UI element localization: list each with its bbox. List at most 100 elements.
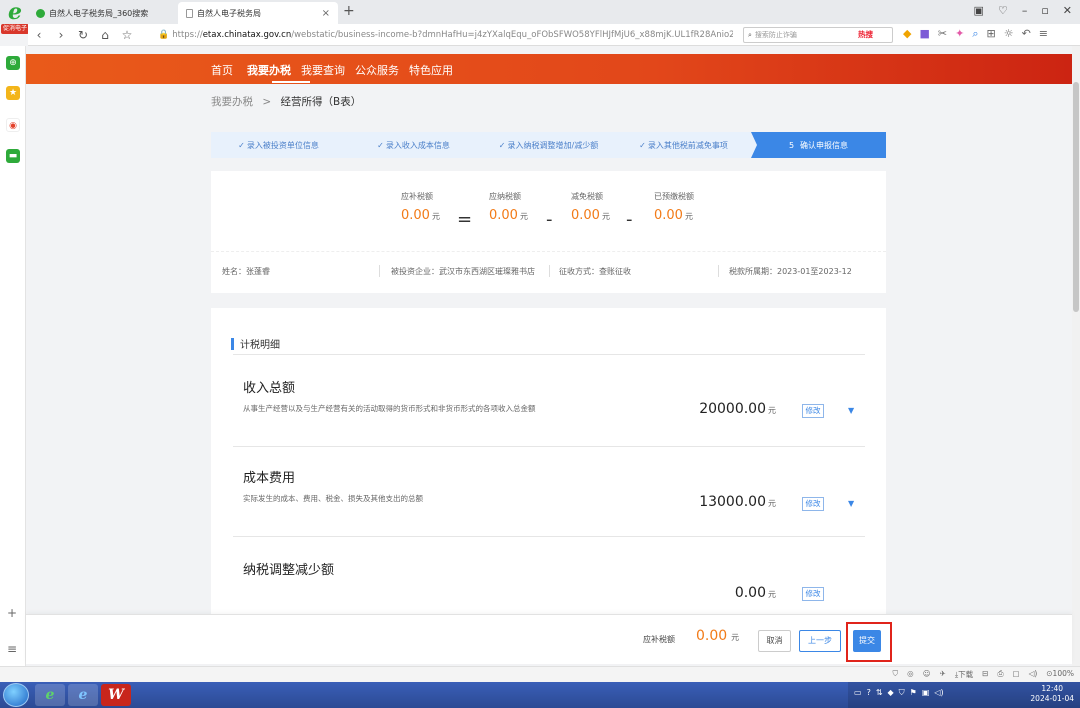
print-icon[interactable]: ⎙ [997, 669, 1003, 680]
sidebar-mail-icon[interactable]: ▬ [6, 149, 20, 163]
new-tab-icon[interactable]: + [343, 3, 355, 19]
tray-keyboard-icon[interactable]: ▭ [854, 688, 862, 698]
extension-shield-icon[interactable]: ◆ [903, 27, 911, 41]
nav-special-apps[interactable]: 特色应用 [409, 62, 453, 78]
taskbar-clock[interactable]: 12:40 2024-01-04 [1030, 684, 1074, 704]
divider [233, 354, 865, 355]
sidebar-menu-icon[interactable]: ≡ [7, 642, 17, 656]
amount-value: 0.00 [734, 585, 766, 601]
nav-home[interactable]: 首页 [211, 62, 233, 78]
breadcrumb: 我要办税 > 经营所得（B表） [211, 94, 361, 109]
summary-due: 应纳税额 0.00 元 [489, 191, 528, 223]
step-number: 5 [788, 140, 795, 150]
divider [379, 265, 380, 277]
tray-help-icon[interactable]: ? [867, 688, 871, 698]
start-button[interactable] [3, 683, 29, 707]
url-field[interactable]: 🔒 https://etax.chinatax.gov.cn/webstatic… [158, 26, 733, 44]
back-icon[interactable]: ‹ [28, 28, 50, 42]
amount-unit: 元 [768, 590, 776, 599]
amount-unit: 元 [768, 406, 776, 415]
page-icon[interactable]: ▢ [1012, 669, 1019, 680]
tray-app-icon[interactable]: ◆ [888, 688, 894, 698]
tray-network-icon[interactable]: ⇅ [876, 688, 883, 698]
zoom-value: 100% [1052, 669, 1074, 678]
chat-icon[interactable]: ☺ [923, 669, 931, 680]
edit-adjust-button[interactable]: 修改 [802, 587, 824, 601]
sidebar-favorites-icon[interactable]: ★ [6, 86, 20, 100]
extension-bird-icon[interactable]: ✦ [955, 27, 964, 41]
minimize-icon[interactable]: – [1022, 4, 1028, 17]
tray-security-icon[interactable]: ⛉ [899, 688, 905, 698]
refresh-icon[interactable]: ↻ [72, 28, 94, 42]
scrollbar-thumb[interactable] [1073, 82, 1079, 312]
sidebar-add-icon[interactable]: + [7, 606, 17, 620]
speed-icon[interactable]: ✈ [940, 669, 946, 680]
tax-summary-card: 应补税额 0.00 元 = 应纳税额 0.00 元 - 减免税额 0.00 元 - 已… [211, 171, 886, 293]
menu-icon[interactable]: ≡ [1039, 27, 1048, 41]
hot-search-label[interactable]: 热搜 [858, 29, 873, 40]
nav-do-tax[interactable]: 我要办税 [247, 62, 291, 78]
find-icon[interactable]: ⌕ [972, 27, 978, 41]
breadcrumb-parent[interactable]: 我要办税 [211, 96, 253, 108]
grid-icon[interactable]: ⊞ [986, 27, 995, 41]
tray-flag-icon[interactable]: ⚑ [910, 688, 917, 698]
brightness-icon[interactable]: ☼ [1004, 27, 1014, 41]
divider [549, 265, 550, 277]
undo-icon[interactable]: ↶ [1022, 27, 1031, 41]
summary-value: 0.00 [489, 208, 518, 223]
tab-etax[interactable]: 自然人电子税务局 × [178, 2, 338, 24]
step-label: 录入其他税前减免事项 [647, 140, 728, 150]
close-window-icon[interactable]: ✕ [1063, 4, 1072, 17]
sound-icon[interactable]: ◁) [1029, 669, 1038, 680]
tab-close-icon[interactable]: × [322, 8, 330, 19]
forward-icon[interactable]: › [50, 28, 72, 42]
submit-button[interactable]: 提交 [853, 630, 881, 652]
page-scrollbar[interactable] [1072, 46, 1080, 666]
window-shield-icon[interactable]: ♡ [998, 4, 1008, 17]
summary-unit: 元 [601, 212, 610, 221]
taskbar-wps[interactable]: W [101, 684, 131, 706]
step-2[interactable]: ✓ 录入收入成本信息 [346, 132, 487, 158]
extension-apps-icon[interactable]: ■ [919, 27, 929, 41]
divider [233, 536, 865, 537]
minus-operator: - [626, 209, 633, 230]
divider [718, 265, 719, 277]
cancel-button[interactable]: 取消 [758, 630, 791, 652]
taskbar-ie[interactable]: e [68, 684, 98, 706]
screenshot-icon[interactable]: ⊟ [982, 669, 988, 680]
security-icon[interactable]: ⛉ [893, 669, 899, 680]
download-button[interactable]: ⤓下载 [955, 669, 973, 680]
step-label: 确认申报信息 [800, 140, 849, 150]
sidebar-weibo-icon[interactable]: ◉ [6, 118, 20, 132]
maximize-icon[interactable]: ▫ [1041, 4, 1048, 17]
shield-icon[interactable]: ◎ [907, 669, 914, 680]
step-5: 5 确认申报信息 [751, 132, 886, 158]
edit-cost-button[interactable]: 修改 [802, 497, 824, 511]
expand-income-icon[interactable]: ▼ [848, 406, 854, 415]
scissors-icon[interactable]: ✂ [938, 27, 947, 41]
edit-income-button[interactable]: 修改 [802, 404, 824, 418]
bookmark-star-icon[interactable]: ☆ [116, 28, 138, 42]
tray-monitor-icon[interactable]: ▣ [922, 688, 930, 698]
tab-search[interactable]: 自然人电子税务局_360搜索 [28, 2, 178, 24]
tray-volume-icon[interactable]: ◁) [934, 688, 943, 698]
window-menu-icon[interactable]: ▣ [974, 4, 984, 17]
system-tray: ▭ ? ⇅ ◆ ⛉ ⚑ ▣ ◁) 12:40 2024-01-04 [848, 682, 1080, 708]
cost-expense-title: 成本费用 [243, 471, 296, 486]
browser-logo[interactable]: e 促消电子 [1, 1, 30, 42]
nav-public-service[interactable]: 公众服务 [355, 62, 399, 78]
previous-step-button[interactable]: 上一步 [799, 630, 841, 652]
step-4[interactable]: ✓ 录入其他税前减免事项 [616, 132, 757, 158]
nav-query[interactable]: 我要查询 [301, 62, 345, 78]
zoom-level[interactable]: ⊙100% [1046, 669, 1074, 680]
summary-payable: 应补税额 0.00 元 [401, 191, 440, 223]
expand-cost-icon[interactable]: ▼ [848, 499, 854, 508]
summary-label: 减免税额 [571, 192, 603, 201]
taskbar-360-browser[interactable]: e [35, 684, 65, 706]
step-3[interactable]: ✓ 录入纳税调整增加/减少额 [481, 132, 622, 158]
site-navigation: 首页 我要办税 我要查询 公众服务 特色应用 [26, 54, 1072, 84]
sidebar-app-icon[interactable]: ⊕ [6, 56, 20, 70]
step-1[interactable]: ✓ 录入被投资单位信息 [211, 132, 352, 158]
browser-logo-badge: 促消电子 [1, 24, 30, 34]
home-icon[interactable]: ⌂ [94, 28, 116, 42]
